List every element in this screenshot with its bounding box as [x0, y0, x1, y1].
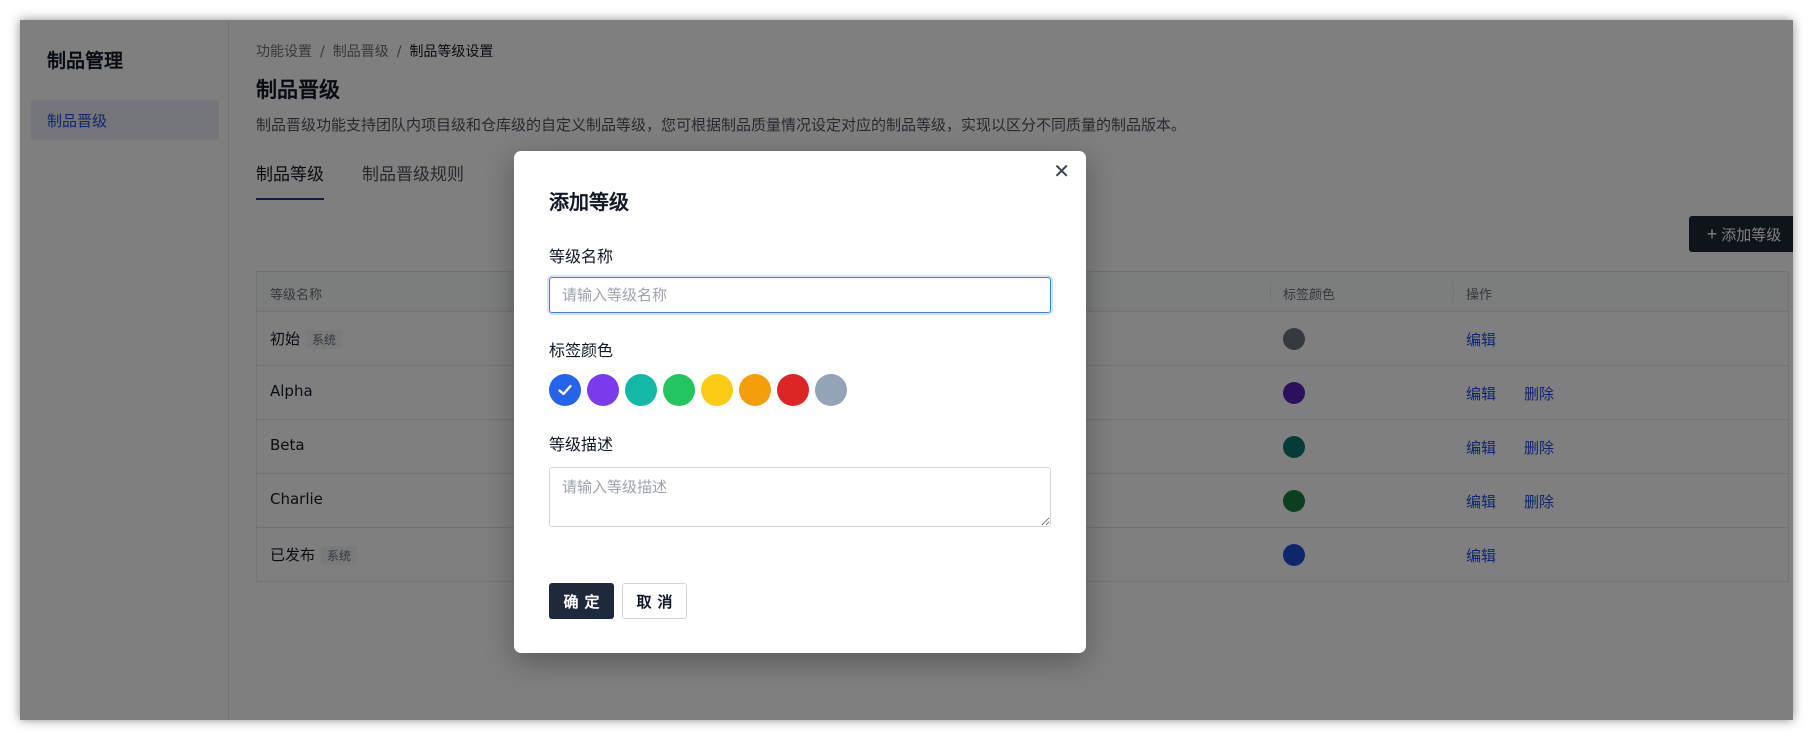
color-swatch[interactable] — [777, 374, 809, 406]
add-level-dialog: ✕ 添加等级 等级名称 标签颜色 等级描述 确定 取消 — [514, 151, 1086, 653]
dialog-title: 添加等级 — [549, 190, 629, 214]
tag-color-label: 标签颜色 — [549, 341, 614, 360]
level-name-input[interactable] — [549, 277, 1051, 313]
level-description-input[interactable] — [549, 467, 1051, 527]
close-icon[interactable]: ✕ — [1049, 157, 1074, 185]
color-swatch[interactable] — [815, 374, 847, 406]
color-swatch[interactable] — [739, 374, 771, 406]
app-window: 制品管理 制品晋级 功能设置/制品晋级/制品等级设置 制品晋级 制品晋级功能支持… — [20, 20, 1793, 720]
level-description-label: 等级描述 — [549, 435, 614, 454]
color-swatch[interactable] — [663, 374, 695, 406]
color-swatch[interactable] — [701, 374, 733, 406]
color-swatch[interactable] — [587, 374, 619, 406]
cancel-button[interactable]: 取消 — [622, 583, 687, 619]
color-swatch[interactable] — [625, 374, 657, 406]
color-swatch[interactable] — [549, 374, 581, 406]
confirm-button[interactable]: 确定 — [549, 583, 614, 619]
level-name-label: 等级名称 — [549, 247, 614, 266]
check-icon — [558, 384, 572, 396]
